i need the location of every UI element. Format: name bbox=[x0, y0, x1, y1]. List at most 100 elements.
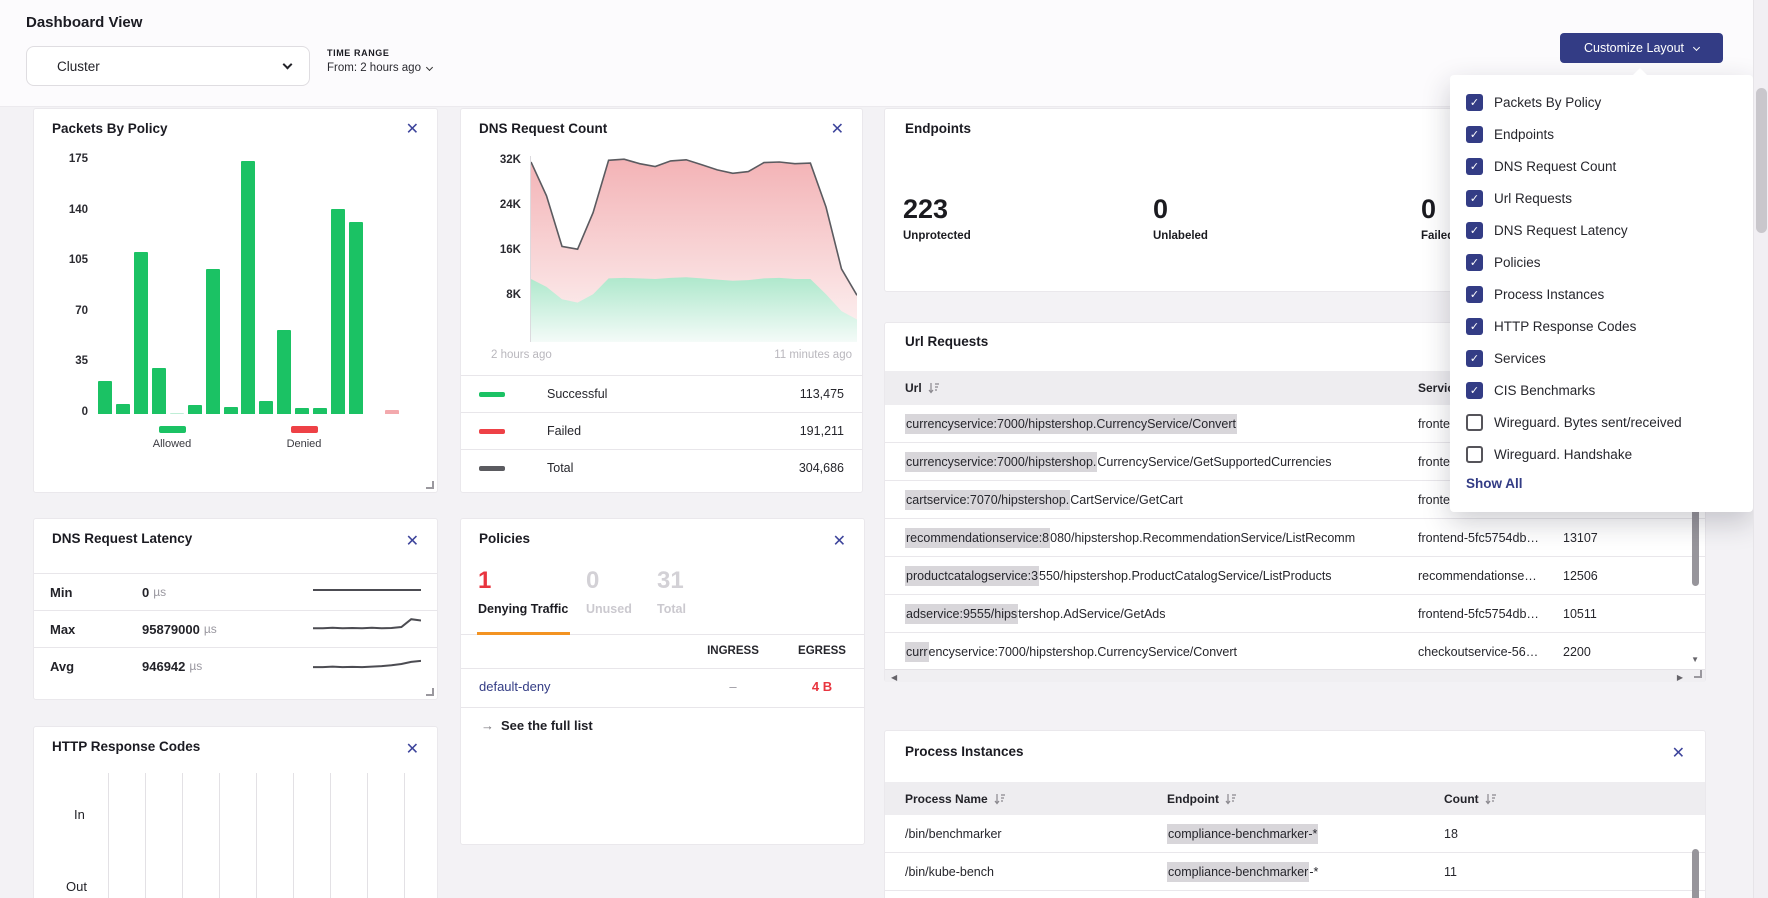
column-header-count[interactable]: Count bbox=[1444, 782, 1497, 815]
y-axis-tick-label: 105 bbox=[44, 254, 88, 266]
url-highlight: recommendationservice:8 bbox=[905, 528, 1050, 548]
tab-label: Total bbox=[657, 602, 686, 616]
url-text: 550/hipstershop.ProductCatalogService/Li… bbox=[1039, 569, 1332, 583]
view-select[interactable]: Cluster bbox=[26, 46, 310, 86]
chevron-down-icon bbox=[1693, 43, 1700, 50]
legend-label: Denied bbox=[271, 438, 337, 450]
y-axis-tick-label: 35 bbox=[44, 355, 88, 367]
latency-row: Min0µs bbox=[34, 573, 437, 610]
checkbox-unchecked-icon[interactable] bbox=[1466, 446, 1483, 463]
checkbox-checked-icon[interactable]: ✓ bbox=[1466, 94, 1483, 111]
layout-menu-item[interactable]: ✓Services bbox=[1450, 342, 1753, 374]
column-header-process-name[interactable]: Process Name bbox=[905, 782, 1006, 815]
see-full-list-link[interactable]: See the full list bbox=[501, 718, 593, 733]
card-title: Process Instances bbox=[905, 744, 1024, 759]
chart-bar bbox=[188, 405, 202, 414]
policy-tab-unused[interactable]: 0Unused bbox=[586, 569, 632, 616]
legend-value: 113,475 bbox=[800, 387, 844, 401]
checkbox-unchecked-icon[interactable] bbox=[1466, 414, 1483, 431]
close-icon[interactable]: ✕ bbox=[1668, 741, 1689, 765]
page-scrollbar[interactable] bbox=[1753, 0, 1768, 898]
close-icon[interactable]: ✕ bbox=[402, 737, 423, 761]
url-highlight: curr bbox=[905, 642, 929, 662]
chart-bar bbox=[385, 410, 399, 414]
show-all-link[interactable]: Show All bbox=[1466, 476, 1523, 491]
horizontal-scrollbar[interactable]: ◀ ▶ bbox=[885, 669, 1705, 682]
scroll-left-icon[interactable]: ◀ bbox=[891, 673, 897, 682]
table-row[interactable]: productcatalogservice:3550/hipstershop.P… bbox=[885, 557, 1705, 595]
table-row[interactable]: adservice:9555/hipstershop.AdService/Get… bbox=[885, 595, 1705, 633]
count-cell: 9 bbox=[1444, 891, 1524, 898]
process-name-cell: /bin/benchmarker bbox=[905, 815, 1155, 853]
checkbox-checked-icon[interactable]: ✓ bbox=[1466, 318, 1483, 335]
layout-menu-item[interactable]: ✓DNS Request Count bbox=[1450, 150, 1753, 182]
layout-menu-item[interactable]: Wireguard. Bytes sent/received bbox=[1450, 406, 1753, 438]
table-row[interactable]: recommendationservice:8080/hipstershop.R… bbox=[885, 519, 1705, 557]
legend-label: Allowed bbox=[139, 438, 205, 450]
time-range-value[interactable]: From: 2 hours ago bbox=[327, 62, 432, 74]
resize-handle[interactable] bbox=[426, 688, 434, 696]
column-header-url[interactable]: Url bbox=[905, 371, 940, 405]
layout-menu-item[interactable]: ✓Policies bbox=[1450, 246, 1753, 278]
endpoint-cell: compliance-benchmarker-* bbox=[1167, 853, 1427, 891]
card-title: Endpoints bbox=[905, 121, 971, 136]
close-icon[interactable]: ✕ bbox=[827, 117, 848, 141]
layout-menu-item[interactable]: ✓CIS Benchmarks bbox=[1450, 374, 1753, 406]
menu-notch bbox=[1632, 68, 1648, 76]
layout-menu-item[interactable]: ✓DNS Request Latency bbox=[1450, 214, 1753, 246]
layout-menu-item[interactable]: Wireguard. Handshake bbox=[1450, 438, 1753, 470]
time-range-label: TIME RANGE bbox=[327, 48, 432, 58]
checkbox-checked-icon[interactable]: ✓ bbox=[1466, 222, 1483, 239]
chart-bar bbox=[349, 222, 363, 414]
close-icon[interactable]: ✕ bbox=[829, 529, 850, 553]
view-select-value: Cluster bbox=[57, 59, 284, 74]
url-cell: cartservice:7070/hipstershop.CartService… bbox=[905, 481, 1393, 519]
column-header-endpoint[interactable]: Endpoint bbox=[1167, 782, 1237, 815]
table-row[interactable]: /bin/kube-benchcompliance-benchmarker-*1… bbox=[885, 853, 1705, 891]
layout-menu-item-label: Packets By Policy bbox=[1494, 95, 1601, 110]
scroll-right-icon[interactable]: ▶ bbox=[1677, 673, 1683, 682]
layout-menu-item-label: Wireguard. Bytes sent/received bbox=[1494, 415, 1682, 430]
resize-handle[interactable] bbox=[426, 481, 434, 489]
scroll-down-icon[interactable]: ▼ bbox=[1691, 655, 1699, 664]
latency-value: 0 bbox=[142, 585, 149, 600]
endpoint-cell: compliance-benchmarker-* bbox=[1167, 815, 1427, 853]
policy-tab-total[interactable]: 31Total bbox=[657, 569, 686, 616]
divider bbox=[461, 668, 864, 669]
close-icon[interactable]: ✕ bbox=[402, 117, 423, 141]
y-axis-tick-label: 175 bbox=[44, 153, 88, 165]
chart-bar bbox=[116, 404, 130, 414]
resize-handle[interactable] bbox=[1694, 670, 1702, 678]
table-row[interactable]: benchmarkercompliance-benchmarker-*9 bbox=[885, 891, 1705, 898]
card-title: HTTP Response Codes bbox=[52, 739, 200, 754]
checkbox-checked-icon[interactable]: ✓ bbox=[1466, 254, 1483, 271]
checkbox-checked-icon[interactable]: ✓ bbox=[1466, 382, 1483, 399]
checkbox-checked-icon[interactable]: ✓ bbox=[1466, 126, 1483, 143]
chart-grid bbox=[108, 773, 425, 898]
customize-layout-button[interactable]: Customize Layout bbox=[1560, 33, 1723, 63]
layout-menu-item[interactable]: ✓Process Instances bbox=[1450, 278, 1753, 310]
layout-menu-item[interactable]: ✓Endpoints bbox=[1450, 118, 1753, 150]
close-icon[interactable]: ✕ bbox=[402, 529, 423, 553]
url-cell: currencyservice:7000/hipstershop.Currenc… bbox=[905, 405, 1393, 443]
process-name-cell: benchmarker bbox=[905, 891, 1155, 898]
checkbox-checked-icon[interactable]: ✓ bbox=[1466, 158, 1483, 175]
checkbox-checked-icon[interactable]: ✓ bbox=[1466, 350, 1483, 367]
legend-label: Successful bbox=[547, 387, 607, 401]
legend-swatch bbox=[479, 392, 505, 397]
table-row[interactable]: /bin/benchmarker compliance-benchmarker-*… bbox=[885, 815, 1705, 853]
layout-menu-item[interactable]: ✓HTTP Response Codes bbox=[1450, 310, 1753, 342]
checkbox-checked-icon[interactable]: ✓ bbox=[1466, 286, 1483, 303]
chart-bar bbox=[313, 408, 327, 414]
layout-menu-item[interactable]: ✓ Packets By Policy bbox=[1450, 86, 1753, 118]
table-row[interactable]: currencyservice:7000/hipstershop.Currenc… bbox=[885, 633, 1705, 671]
vertical-scrollbar[interactable] bbox=[1692, 849, 1699, 898]
checkbox-checked-icon[interactable]: ✓ bbox=[1466, 190, 1483, 207]
policy-name-link[interactable]: default-deny bbox=[479, 679, 551, 694]
layout-menu-item[interactable]: ✓Url Requests bbox=[1450, 182, 1753, 214]
policy-tab-denying-traffic[interactable]: 1Denying Traffic bbox=[478, 569, 568, 616]
process-name-cell: /bin/kube-bench bbox=[905, 853, 1155, 891]
active-tab-underline bbox=[477, 632, 570, 635]
chevron-down-icon bbox=[283, 59, 293, 69]
page-scrollbar-thumb[interactable] bbox=[1756, 88, 1767, 233]
